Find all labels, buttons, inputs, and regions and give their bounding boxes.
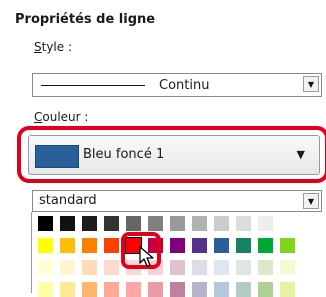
- color-cell[interactable]: [280, 216, 295, 231]
- color-cell[interactable]: [214, 282, 229, 297]
- color-cell[interactable]: [192, 238, 207, 253]
- color-cell[interactable]: [280, 260, 295, 275]
- color-cell[interactable]: [192, 282, 207, 297]
- color-cell[interactable]: [82, 260, 97, 275]
- palette-set-value: standard: [39, 193, 97, 208]
- palette-set-dropdown[interactable]: standard ▼: [32, 190, 322, 212]
- color-cell[interactable]: [82, 216, 97, 231]
- color-cell[interactable]: [258, 282, 273, 297]
- color-palette-grid: [31, 212, 325, 297]
- color-cell[interactable]: [60, 260, 75, 275]
- color-cell[interactable]: [258, 216, 273, 231]
- color-cell[interactable]: [236, 260, 251, 275]
- panel-title: Propriétés de ligne: [15, 12, 156, 27]
- highlight-color-dropdown: [17, 126, 326, 183]
- color-cell[interactable]: [38, 216, 53, 231]
- color-cell[interactable]: [258, 260, 273, 275]
- color-label: Couleur :: [34, 110, 89, 124]
- line-style-dropdown[interactable]: Continu ▼: [32, 73, 322, 97]
- color-cell[interactable]: [214, 216, 229, 231]
- line-style-preview: [41, 85, 145, 86]
- color-cell[interactable]: [60, 216, 75, 231]
- chevron-down-icon[interactable]: ▼: [303, 76, 319, 92]
- color-cell[interactable]: [258, 238, 273, 253]
- color-cell[interactable]: [280, 238, 295, 253]
- color-cell[interactable]: [148, 282, 163, 297]
- color-cell[interactable]: [214, 260, 229, 275]
- color-cell[interactable]: [148, 216, 163, 231]
- color-cell[interactable]: [236, 238, 251, 253]
- color-cell[interactable]: [82, 238, 97, 253]
- color-cell[interactable]: [192, 260, 207, 275]
- color-cell[interactable]: [38, 282, 53, 297]
- color-cell[interactable]: [126, 282, 141, 297]
- color-cell[interactable]: [60, 282, 75, 297]
- color-cell[interactable]: [104, 282, 119, 297]
- color-cell[interactable]: [104, 216, 119, 231]
- line-style-value: Continu: [159, 78, 210, 93]
- color-cell[interactable]: [126, 216, 141, 231]
- mouse-pointer-icon: [139, 246, 154, 267]
- color-cell[interactable]: [170, 282, 185, 297]
- color-cell[interactable]: [38, 260, 53, 275]
- color-cell[interactable]: [214, 238, 229, 253]
- color-cell[interactable]: [236, 282, 251, 297]
- color-cell[interactable]: [170, 260, 185, 275]
- color-cell[interactable]: [104, 260, 119, 275]
- color-cell[interactable]: [82, 282, 97, 297]
- color-cell[interactable]: [170, 238, 185, 253]
- color-cell[interactable]: [236, 216, 251, 231]
- color-cell[interactable]: [192, 216, 207, 231]
- color-cell[interactable]: [104, 238, 119, 253]
- chevron-down-icon[interactable]: ▼: [303, 193, 319, 209]
- style-label: Style :: [34, 40, 73, 54]
- color-cell[interactable]: [60, 238, 75, 253]
- color-cell[interactable]: [38, 238, 53, 253]
- color-cell[interactable]: [170, 216, 185, 231]
- color-cell[interactable]: [280, 282, 295, 297]
